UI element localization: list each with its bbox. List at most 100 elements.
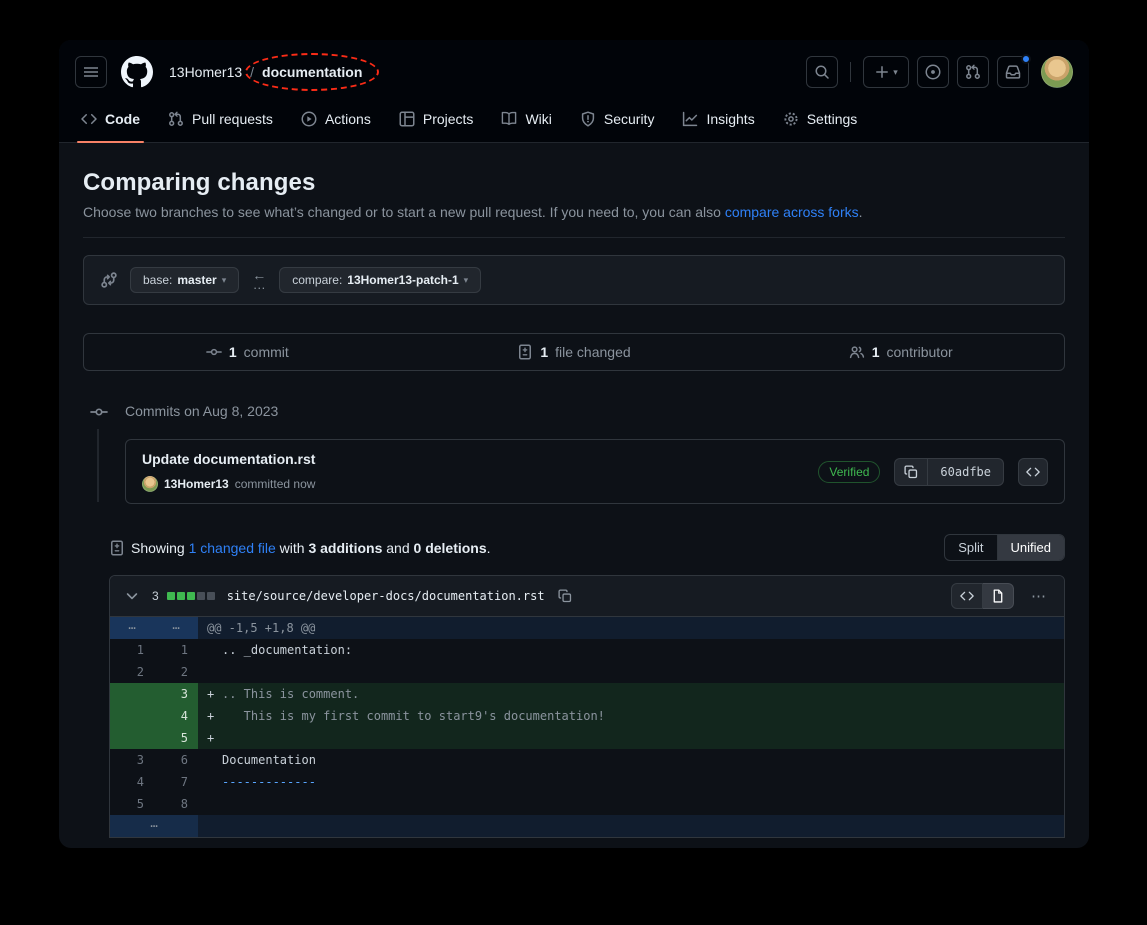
files-changed-stat[interactable]: 1 file changed <box>411 334 738 370</box>
caret-down-icon: ▾ <box>222 276 227 285</box>
expand-dots[interactable]: ⋯ <box>110 815 198 837</box>
new-line-number[interactable]: 2 <box>154 661 198 683</box>
search-button[interactable] <box>806 56 838 88</box>
table-icon <box>399 111 415 127</box>
new-line-number[interactable]: 6 <box>154 749 198 771</box>
new-line-number[interactable]: 4 <box>154 705 198 727</box>
new-line-number[interactable]: 8 <box>154 793 198 815</box>
hunk-gutter-dots[interactable]: ⋯ <box>110 617 154 639</box>
breadcrumb-owner[interactable]: 13Homer13 <box>169 64 242 80</box>
file-options-button[interactable]: ⋯ <box>1024 584 1054 608</box>
old-line-number[interactable]: 2 <box>110 661 154 683</box>
diff-summary-text: Showing 1 changed file with 3 additions … <box>109 540 491 556</box>
compare-branch-selector[interactable]: compare: 13Homer13-patch-1 ▾ <box>279 267 481 293</box>
diff-sign <box>198 749 222 771</box>
issues-button[interactable] <box>917 56 949 88</box>
tab-actions[interactable]: Actions <box>291 96 381 142</box>
unified-view-button[interactable]: Unified <box>997 535 1064 560</box>
tab-insights[interactable]: Insights <box>672 96 764 142</box>
old-line-number[interactable]: 3 <box>110 749 154 771</box>
tab-label: Wiki <box>525 111 551 127</box>
expand-diff-row[interactable]: ⋯ <box>110 815 1064 837</box>
create-new-button[interactable]: ▾ <box>863 56 909 88</box>
tab-pull-requests[interactable]: Pull requests <box>158 96 283 142</box>
diff-line-row-addition: 5 + <box>110 727 1064 749</box>
old-line-number[interactable] <box>110 683 154 705</box>
changes-count: 3 <box>152 589 159 603</box>
diff-line-row: 3 6 Documentation <box>110 749 1064 771</box>
code-icon <box>960 589 974 603</box>
tab-label: Pull requests <box>192 111 273 127</box>
diff-sign: + <box>198 705 222 727</box>
display-source-button[interactable] <box>951 583 983 609</box>
old-line-number[interactable]: 1 <box>110 639 154 661</box>
hunk-gutter-dots[interactable]: ⋯ <box>154 617 198 639</box>
hamburger-button[interactable] <box>75 56 107 88</box>
compare-across-forks-link[interactable]: compare across forks <box>725 204 859 220</box>
verified-badge[interactable]: Verified <box>818 461 880 483</box>
display-rich-diff-button[interactable] <box>983 583 1014 609</box>
diff-code-text: .. _documentation: <box>222 639 1064 661</box>
new-line-number[interactable]: 1 <box>154 639 198 661</box>
new-line-number[interactable]: 5 <box>154 727 198 749</box>
summary-period: . <box>487 540 491 556</box>
copy-path-button[interactable] <box>553 584 577 608</box>
stat-label: file changed <box>555 344 631 360</box>
tab-label: Settings <box>807 111 858 127</box>
code-icon <box>81 111 97 127</box>
base-branch-selector[interactable]: base: master ▾ <box>130 267 239 293</box>
comparison-stats-bar: 1 commit 1 file changed 1 contributor <box>83 333 1065 371</box>
commit-sha-link[interactable]: 60adfbe <box>928 458 1004 486</box>
user-avatar[interactable] <box>1041 56 1073 88</box>
diff-sign: + <box>198 727 222 749</box>
tab-wiki[interactable]: Wiki <box>491 96 561 142</box>
changed-file-link[interactable]: 1 changed file <box>189 540 276 556</box>
subtitle-text: Choose two branches to see what’s change… <box>83 204 725 220</box>
diff-sign <box>198 793 222 815</box>
old-line-number[interactable] <box>110 705 154 727</box>
diff-code-text: .. This is comment. <box>222 683 1064 705</box>
inbox-icon <box>1005 64 1021 80</box>
caret-down-icon: ▾ <box>893 68 898 77</box>
inbox-button[interactable] <box>997 56 1029 88</box>
commit-title-link[interactable]: Update documentation.rst <box>142 451 315 467</box>
breadcrumb-repo[interactable]: documentation <box>262 64 362 80</box>
diffstat-squares <box>167 592 215 600</box>
diff-line-row: 1 1 .. _documentation: <box>110 639 1064 661</box>
new-line-number[interactable]: 3 <box>154 683 198 705</box>
stat-number: 1 <box>229 344 237 360</box>
collapse-file-button[interactable] <box>120 584 144 608</box>
tab-code[interactable]: Code <box>71 96 150 142</box>
git-pull-request-icon <box>965 64 981 80</box>
diff-table: ⋯ ⋯ @@ -1,5 +1,8 @@ 1 1 .. _documentatio… <box>110 617 1064 837</box>
github-logo[interactable] <box>121 56 153 88</box>
old-line-number[interactable]: 5 <box>110 793 154 815</box>
pull-requests-button[interactable] <box>957 56 989 88</box>
tab-projects[interactable]: Projects <box>389 96 484 142</box>
diffstat-block-addition <box>177 592 185 600</box>
file-header-actions: ⋯ <box>951 583 1054 609</box>
old-line-number[interactable] <box>110 727 154 749</box>
diff-view-toggle: Split Unified <box>944 534 1065 561</box>
hunk-header-row: ⋯ ⋯ @@ -1,5 +1,8 @@ <box>110 617 1064 639</box>
copy-icon <box>558 589 572 603</box>
tab-security[interactable]: Security <box>570 96 665 142</box>
copy-sha-button[interactable] <box>894 458 928 486</box>
contributors-stat[interactable]: 1 contributor <box>737 334 1064 370</box>
header-actions: ▾ <box>806 56 1073 88</box>
diff-line-row: 2 2 <box>110 661 1064 683</box>
commit-author[interactable]: 13Homer13 <box>164 477 229 491</box>
diff-sign <box>198 639 222 661</box>
github-mark-icon <box>121 56 153 88</box>
tab-settings[interactable]: Settings <box>773 96 868 142</box>
commits-stat[interactable]: 1 commit <box>84 334 411 370</box>
split-view-button[interactable]: Split <box>945 535 996 560</box>
chevron-down-icon <box>124 588 140 604</box>
diff-code-text <box>222 661 1064 683</box>
hunk-header-text: @@ -1,5 +1,8 @@ <box>198 617 315 639</box>
commit-author-avatar[interactable] <box>142 476 158 492</box>
new-line-number[interactable]: 7 <box>154 771 198 793</box>
old-line-number[interactable]: 4 <box>110 771 154 793</box>
browse-code-button[interactable] <box>1018 458 1048 486</box>
commits-section: Commits on Aug 8, 2023 Update documentat… <box>83 403 1065 504</box>
